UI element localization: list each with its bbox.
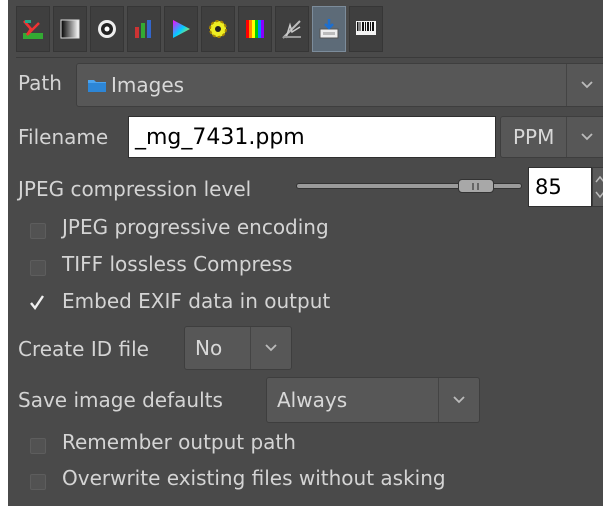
chevron-down-icon[interactable]: [566, 117, 603, 157]
jpeg-compression-input[interactable]: 85: [528, 167, 592, 207]
overwrite-checkbox[interactable]: [30, 474, 46, 490]
tiff-lossless-label: TIFF lossless Compress: [62, 252, 293, 276]
embed-exif-label: Embed EXIF data in output: [62, 289, 331, 313]
remember-path-label: Remember output path: [62, 430, 296, 454]
spin-buttons[interactable]: [592, 167, 603, 207]
chevron-down-icon[interactable]: [438, 378, 479, 422]
jpeg-progressive-checkbox[interactable]: [30, 223, 46, 239]
toolbar-divider: [16, 57, 603, 58]
exif-barcode-icon[interactable]: [349, 6, 383, 52]
rainbow-icon[interactable]: [238, 6, 272, 52]
remember-path-checkbox[interactable]: [30, 438, 46, 454]
create-id-value: No: [195, 336, 223, 360]
jpeg-progressive-label: JPEG progressive encoding: [62, 215, 329, 239]
filename-label: Filename: [18, 125, 109, 149]
histogram-curves-icon[interactable]: [16, 6, 50, 52]
create-id-select[interactable]: No: [184, 326, 292, 370]
sharpen-icon[interactable]: [275, 6, 309, 52]
embed-exif-checkbox[interactable]: [28, 294, 45, 311]
jpeg-compression-label: JPEG compression level: [18, 177, 252, 201]
path-select[interactable]: Images: [76, 63, 603, 107]
save-defaults-value: Always: [277, 388, 348, 412]
chevron-down-icon[interactable]: [250, 327, 291, 369]
color-triangle-icon[interactable]: [164, 6, 198, 52]
format-value: PPM: [513, 125, 555, 149]
save-defaults-label: Save image defaults: [18, 388, 223, 412]
chevron-down-icon[interactable]: [566, 64, 603, 106]
save-output-icon[interactable]: [312, 6, 346, 52]
chart-icon[interactable]: [127, 6, 161, 52]
create-id-label: Create ID file: [18, 337, 149, 361]
path-label: Path: [18, 71, 62, 95]
slider-handle[interactable]: [457, 179, 494, 193]
path-value: Images: [111, 73, 185, 97]
save-settings-panel: Path Images Filename _mg_7431.ppm PPM JP…: [0, 0, 603, 506]
toolbar: [16, 6, 603, 56]
format-select[interactable]: PPM: [500, 116, 603, 158]
folder-icon: [87, 77, 107, 93]
checkmark-icon: [29, 295, 45, 311]
overwrite-label: Overwrite existing files without asking: [62, 466, 446, 490]
tiff-lossless-checkbox[interactable]: [30, 260, 46, 276]
filename-input[interactable]: _mg_7431.ppm: [128, 116, 496, 158]
black-white-icon[interactable]: [53, 6, 87, 52]
lens-icon[interactable]: [90, 6, 124, 52]
gear-burst-icon[interactable]: [201, 6, 235, 52]
save-defaults-select[interactable]: Always: [266, 377, 480, 423]
